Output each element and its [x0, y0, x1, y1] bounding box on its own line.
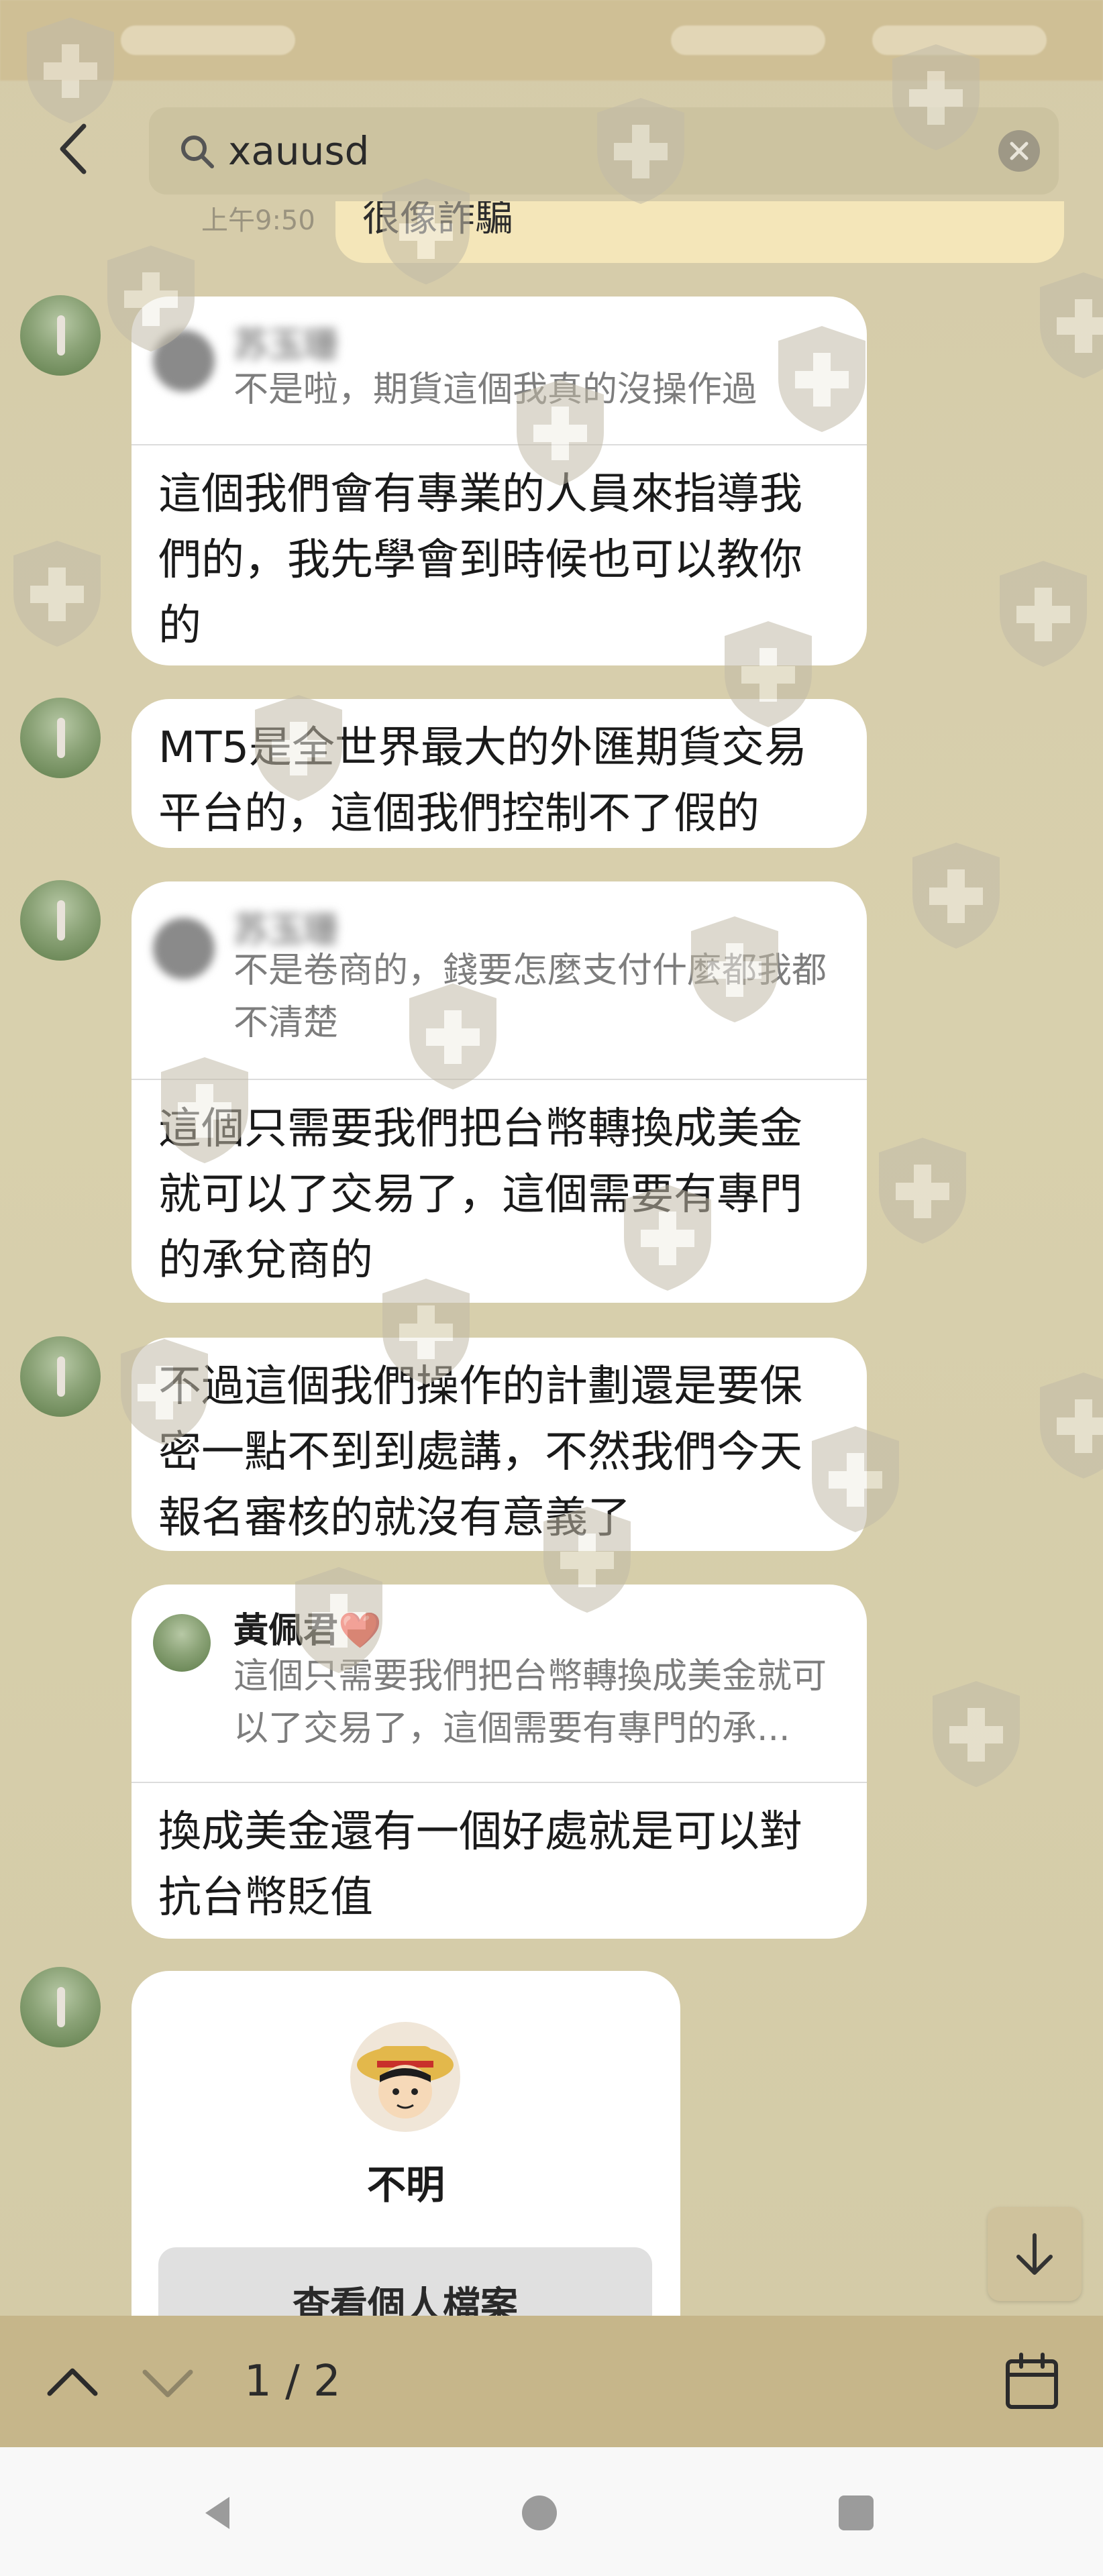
reply-quote[interactable]: 苏玉珊 不是啦，期貨這個我真的沒操作過: [132, 297, 867, 445]
search-icon: [181, 136, 214, 168]
message-text: 換成美金還有一個好處就是可以對抗台幣貶值: [158, 1807, 802, 1923]
message-bubble[interactable]: MT5是全世界最大的外匯期貨交易平台的，這個我們控制不了假的: [132, 699, 867, 848]
nav-back-icon: [205, 2497, 229, 2529]
message-bubble[interactable]: 不過這個我們操作的計劃還是要保密一點不到到處講，不然我們今天報名審核的就沒有意義…: [132, 1338, 867, 1551]
sender-avatar[interactable]: [20, 880, 101, 961]
clear-icon: [1010, 142, 1029, 160]
message-text: 很像詐騙: [362, 201, 513, 240]
back-button[interactable]: [47, 122, 101, 176]
search-bar[interactable]: xauusd: [149, 107, 1059, 195]
quote-sender-name: 黃佩君❤️: [233, 1611, 382, 1651]
sender-avatar[interactable]: [20, 1967, 101, 2047]
message-text: 這個我們會有專業的人員來指導我們的，我先學會到時候也可以教你的: [158, 470, 802, 651]
arrow-down-icon: [1016, 2233, 1053, 2275]
cartoon-avatar-icon: [357, 2046, 454, 2118]
previous-result-button[interactable]: [39, 2349, 106, 2416]
result-counter: 1 / 2: [244, 2357, 341, 2406]
search-input[interactable]: xauusd: [228, 126, 369, 176]
quote-text: 不是卷商的，錢要怎麼支付什麼都我都不清楚: [233, 951, 827, 1043]
clear-search-button[interactable]: [998, 130, 1040, 172]
calendar-button[interactable]: [998, 2348, 1065, 2415]
contact-name: 不明: [366, 2162, 445, 2208]
system-navigation-bar: [0, 2447, 1103, 2576]
chevron-down-icon: [142, 2369, 193, 2398]
message-bubble[interactable]: 苏玉珊 不是卷商的，錢要怎麼支付什麼都我都不清楚 這個只需要我們把台幣轉換成美金…: [132, 881, 867, 1303]
message-bubble[interactable]: 黃佩君❤️ 這個只需要我們把台幣轉換成美金就可以了交易了，這個需要有專門的承..…: [132, 1585, 867, 1939]
quote-text: 不是啦，期貨這個我真的沒操作過: [233, 370, 757, 410]
nav-back-button[interactable]: [191, 2486, 244, 2540]
sender-avatar[interactable]: [20, 698, 101, 778]
reply-quote[interactable]: 黃佩君❤️ 這個只需要我們把台幣轉換成美金就可以了交易了，這個需要有專門的承..…: [132, 1585, 867, 1783]
view-profile-label: 查看個人檔案: [293, 2284, 518, 2320]
quote-avatar: [153, 1614, 211, 1672]
calendar-icon: [1006, 2353, 1058, 2409]
quote-avatar: [153, 918, 215, 979]
contact-avatar: [350, 2022, 460, 2132]
view-profile-button[interactable]: 查看個人檔案: [158, 2247, 652, 2320]
search-result-bar: 1 / 2: [0, 2316, 1103, 2447]
nav-recents-icon: [839, 2496, 874, 2530]
nav-home-button[interactable]: [513, 2486, 566, 2540]
message-text: 不過這個我們操作的計劃還是要保密一點不到到處講，不然我們今天報名審核的就沒有意義…: [158, 1362, 802, 1543]
nav-home-icon: [522, 2496, 557, 2530]
sender-avatar[interactable]: [20, 295, 101, 376]
scroll-to-bottom-button[interactable]: [988, 2207, 1082, 2301]
contact-card[interactable]: 不明 查看個人檔案: [132, 1971, 680, 2320]
quote-text: 這個只需要我們把台幣轉換成美金就可以了交易了，這個需要有專門的承...: [233, 1656, 827, 1749]
status-bar: [0, 0, 1103, 80]
quote-sender-name: 苏玉珊: [233, 325, 339, 366]
message-time: 上午9:50: [201, 205, 315, 236]
nav-recents-button[interactable]: [829, 2486, 883, 2540]
message-bubble[interactable]: 苏玉珊 不是啦，期貨這個我真的沒操作過 這個我們會有專業的人員來指導我們的，我先…: [132, 297, 867, 665]
quote-avatar: [153, 330, 215, 392]
message-text: 這個只需要我們把台幣轉換成美金就可以了交易了，這個需要有專門的承兌商的: [158, 1104, 802, 1285]
message-text: MT5是全世界最大的外匯期貨交易平台的，這個我們控制不了假的: [158, 723, 808, 839]
next-result-button[interactable]: [134, 2349, 201, 2416]
reply-quote[interactable]: 苏玉珊 不是卷商的，錢要怎麼支付什麼都我都不清楚: [132, 881, 867, 1080]
chevron-up-icon: [47, 2368, 98, 2396]
chevron-left-icon: [60, 123, 87, 174]
sender-avatar[interactable]: [20, 1336, 101, 1417]
highlighted-message[interactable]: 很像詐騙: [335, 201, 1064, 263]
